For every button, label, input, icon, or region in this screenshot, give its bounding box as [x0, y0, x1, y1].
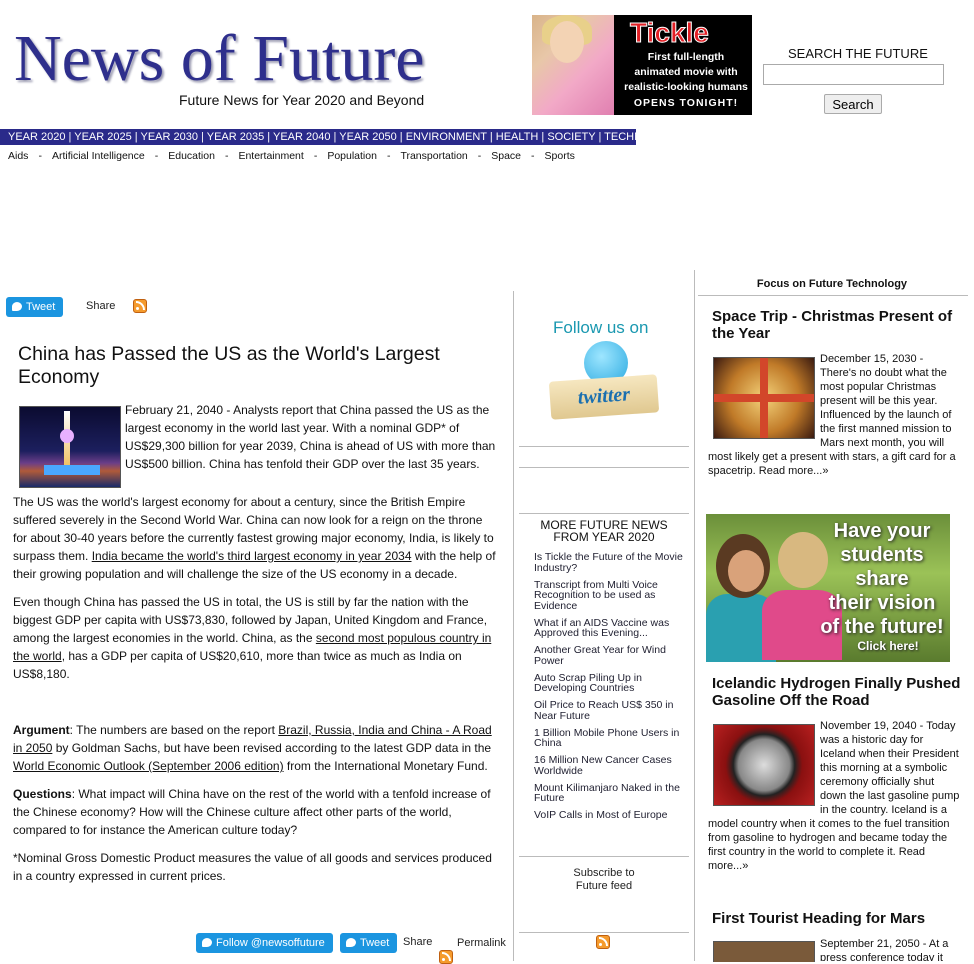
ad-subtitle: First full-length animated movie with real…: [624, 51, 748, 93]
divider: [519, 513, 689, 514]
follow-twitter-button[interactable]: Follow @newsoffuture: [196, 933, 333, 953]
divider: [519, 467, 689, 468]
students-vision-banner[interactable]: Have your students share their vision of the…: [706, 514, 950, 662]
twitter-bird-icon: [346, 937, 356, 947]
shanghai-photo: [19, 406, 121, 488]
read-more-link[interactable]: Read more...»: [759, 465, 829, 477]
more-news-link[interactable]: Is Tickle the Future of the Movie Indust…: [534, 552, 684, 573]
more-news-link[interactable]: 1 Billion Mobile Phone Users in China: [534, 727, 684, 749]
story-title-link[interactable]: Icelandic Hydrogen Finally Pushed Gasoli…: [712, 675, 962, 709]
subnav-separator: -: [224, 150, 229, 162]
subnav-separator: -: [313, 150, 318, 162]
share-link[interactable]: Share: [86, 300, 115, 312]
story-title-link[interactable]: Space Trip - Christmas Present of the Ye…: [712, 308, 962, 342]
rss-icon[interactable]: [596, 935, 610, 949]
ad-title: Tickle: [630, 17, 710, 49]
site-tagline: Future News for Year 2020 and Beyond: [179, 92, 425, 108]
subnav-link[interactable]: Aids: [8, 150, 28, 162]
story-text: September 21, 2050 - At a press conferen…: [820, 938, 949, 961]
follow-twitter-badge[interactable]: Follow us on twitter: [548, 316, 660, 422]
divider: [513, 291, 514, 961]
search-input[interactable]: [763, 64, 944, 85]
tweet-button[interactable]: Tweet: [6, 297, 64, 317]
more-news-link[interactable]: Oil Price to Reach US$ 350 in Near Futur…: [534, 700, 684, 721]
rss-icon[interactable]: [439, 950, 453, 964]
questions-paragraph: Questions: What impact will China have o…: [13, 787, 491, 837]
ad-photo: [532, 15, 614, 115]
article-paragraph: The US was the world's largest economy f…: [13, 495, 496, 581]
india-economy-link[interactable]: India became the world's third largest e…: [92, 549, 412, 563]
twitter-bird-icon: [12, 301, 22, 311]
subnav-separator: -: [38, 150, 42, 162]
imf-outlook-link[interactable]: World Economic Outlook (September 2006 e…: [13, 759, 284, 773]
divider: [698, 295, 968, 296]
divider: [694, 270, 695, 961]
subnav-link[interactable]: Space: [491, 150, 521, 162]
more-news-link[interactable]: Another Great Year for Wind Power: [534, 645, 684, 666]
follow-us-label: Follow us on: [553, 318, 649, 337]
divider: [519, 856, 689, 857]
share-link[interactable]: Share: [403, 936, 432, 948]
more-news-link[interactable]: Transcript from Multi Voice Recognition …: [534, 579, 684, 612]
article-headline: China has Passed the US as the World's L…: [18, 343, 440, 388]
topic-subnav: Aids - Artificial Intelligence - Education - E…: [8, 150, 575, 162]
banner-text: Have your students share their vision of the…: [820, 520, 944, 638]
tweet-button[interactable]: Tweet: [340, 933, 398, 953]
subnav-link[interactable]: Transportation: [400, 150, 467, 162]
site-logo[interactable]: News of Future: [14, 20, 425, 98]
year-category-navbar[interactable]: YEAR 2020 | YEAR 2025 | YEAR 2030 | YEAR…: [0, 129, 681, 145]
article-paragraph: Even though China has passed the US in t…: [13, 595, 492, 681]
subnav-link[interactable]: Entertainment: [238, 150, 303, 162]
more-news-title: MORE FUTURE NEWS FROM YEAR 2020: [540, 518, 668, 544]
more-news-link[interactable]: VoIP Calls in Most of Europe: [534, 810, 684, 821]
subnav-separator: -: [477, 150, 482, 162]
divider: [519, 446, 689, 447]
search-button[interactable]: Search: [824, 94, 882, 114]
more-news-link[interactable]: Auto Scrap Piling Up in Developing Count…: [534, 672, 684, 694]
more-news-link[interactable]: What if an AIDS Vaccine was Approved thi…: [534, 617, 684, 639]
more-news-link[interactable]: Mount Kilimanjaro Naked in the Future: [534, 782, 684, 804]
ad-cta: OPENS TONIGHT!: [633, 97, 739, 109]
subnav-link[interactable]: Artificial Intelligence: [52, 150, 145, 162]
subscribe-feed[interactable]: Subscribe to Future feed: [524, 867, 684, 893]
banner-click-here[interactable]: Click here!: [826, 639, 950, 653]
focus-heading: Focus on Future Technology: [756, 278, 908, 290]
subnav-link[interactable]: Education: [168, 150, 215, 162]
subnav-link[interactable]: Population: [327, 150, 377, 162]
footnote: *Nominal Gross Domestic Product measures…: [13, 851, 492, 883]
more-news-link[interactable]: 16 Million New Cancer Cases Worldwide: [534, 755, 684, 776]
search-label: SEARCH THE FUTURE: [788, 46, 928, 61]
twitter-sign: twitter: [548, 374, 660, 420]
argument-paragraph: Argument: The numbers are based on the r…: [13, 723, 492, 773]
subnav-separator: -: [386, 150, 391, 162]
more-news-list: Is Tickle the Future of the Movie Indust…: [534, 552, 684, 827]
divider: [519, 932, 689, 933]
subnav-link[interactable]: Sports: [545, 150, 575, 162]
tickle-ad-banner[interactable]: Tickle First full-length animated movie w…: [532, 15, 752, 115]
tourist-photo[interactable]: [713, 941, 815, 962]
subnav-separator: -: [531, 150, 535, 162]
story-title-link[interactable]: First Tourist Heading for Mars: [712, 910, 962, 927]
subnav-separator: -: [154, 150, 159, 162]
article-paragraph: February 21, 2040 - Analysts report that…: [125, 403, 496, 471]
story-text: December 15, 2030 - There's no doubt wha…: [708, 353, 956, 477]
story-text: November 19, 2040 - Today was a historic…: [708, 720, 960, 872]
permalink[interactable]: Permalink: [457, 937, 506, 949]
twitter-bird-icon: [202, 937, 212, 947]
rss-icon[interactable]: [133, 299, 147, 313]
